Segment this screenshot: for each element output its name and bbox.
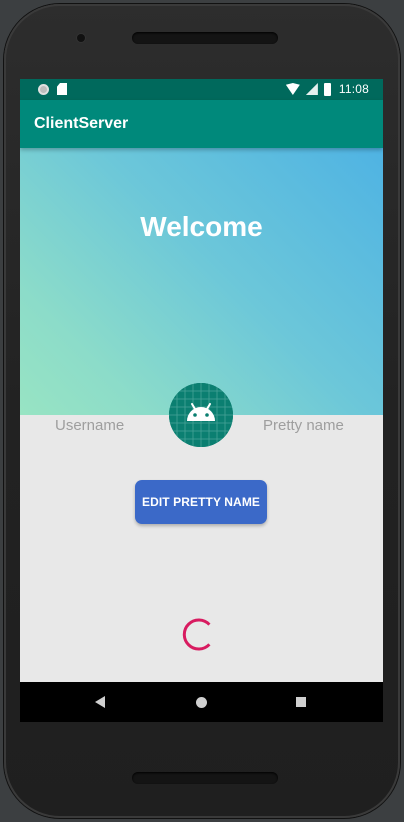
- front-camera: [77, 34, 85, 42]
- app-bar: ClientServer: [20, 100, 383, 148]
- welcome-header: Welcome: [20, 148, 383, 415]
- app-title: ClientServer: [34, 115, 129, 132]
- username-field[interactable]: Username: [55, 417, 124, 434]
- bottom-speaker: [132, 772, 278, 784]
- welcome-title: Welcome: [140, 211, 263, 242]
- home-icon[interactable]: [196, 697, 207, 708]
- device-screen: 11:08 ClientServer Welcome Username Pret…: [20, 79, 383, 722]
- signal-icon: [305, 83, 318, 95]
- back-icon[interactable]: [95, 696, 105, 708]
- avatar[interactable]: [169, 383, 233, 447]
- loading-spinner-icon: [182, 618, 211, 651]
- android-icon: [169, 383, 233, 447]
- recents-icon[interactable]: [296, 697, 306, 707]
- battery-icon: [323, 82, 331, 96]
- sd-card-icon: [57, 83, 67, 95]
- status-bar: 11:08: [20, 79, 383, 100]
- edit-pretty-name-button[interactable]: EDIT PRETTY NAME: [135, 480, 267, 524]
- wifi-icon: [285, 83, 300, 95]
- status-time: 11:08: [338, 82, 369, 96]
- navigation-bar: [20, 682, 383, 722]
- pretty-name-field[interactable]: Pretty name: [263, 417, 344, 434]
- top-speaker: [132, 32, 278, 44]
- notification-circle-icon: [38, 83, 49, 95]
